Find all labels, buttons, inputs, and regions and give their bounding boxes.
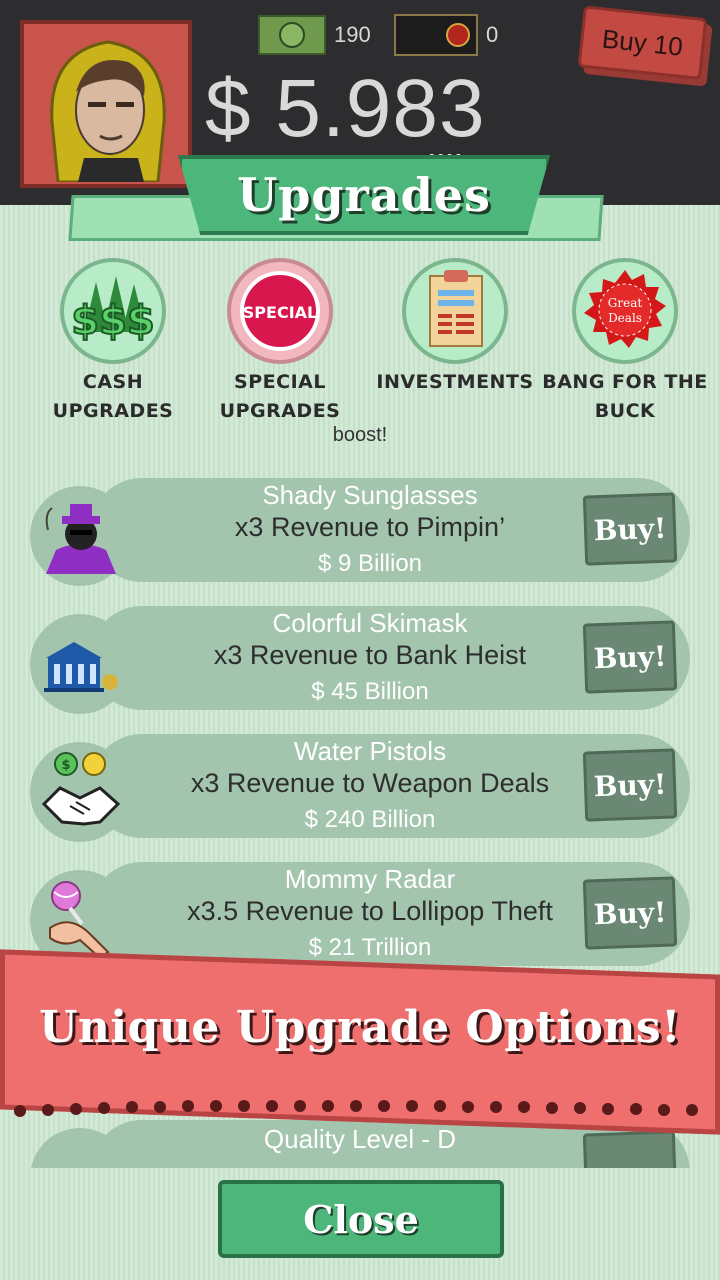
banner-dots bbox=[14, 1100, 698, 1117]
upgrade-name: Water Pistols bbox=[293, 736, 447, 766]
tab-special-upgrades[interactable]: SPECIAL Special Upgrades bbox=[195, 258, 365, 426]
special-badge-icon: SPECIAL bbox=[227, 258, 333, 364]
upgrade-row: $ Water Pistols x3 Revenue to Weapon Dea… bbox=[30, 734, 690, 842]
handshake-icon: $ bbox=[41, 752, 121, 826]
player-avatar[interactable] bbox=[20, 20, 192, 188]
svg-text:$: $ bbox=[61, 758, 70, 773]
tab-cash-label-1: Cash bbox=[82, 371, 144, 393]
gold-bills-count: 0 bbox=[486, 22, 499, 47]
great-deals-text-2: Deals bbox=[608, 311, 642, 325]
gold-certificate-icon bbox=[394, 14, 478, 56]
tab-cash-upgrades[interactable]: $$$ Cash Upgrades bbox=[28, 258, 198, 426]
buy-button[interactable]: Buy! bbox=[582, 492, 678, 566]
upgrade-desc: x3 Revenue to Bank Heist bbox=[213, 640, 527, 670]
tab-cash-label-2: Upgrades bbox=[52, 400, 174, 422]
upgrade-price: $ 240 Billion bbox=[304, 806, 436, 833]
buy-multiplier-button[interactable]: Buy 10 bbox=[577, 5, 714, 88]
upgrade-row: Colorful Skimask x3 Revenue to Bank Heis… bbox=[30, 606, 690, 714]
buy-button[interactable]: Buy! bbox=[582, 620, 678, 694]
lollipop-icon bbox=[49, 881, 110, 960]
cash-bills-counter: 190 bbox=[258, 14, 371, 56]
tab-investments[interactable]: Investments bbox=[370, 258, 540, 397]
buy-button[interactable]: Buy! bbox=[582, 876, 678, 950]
upgrade-price: $ 45 Billion bbox=[311, 678, 429, 705]
upgrade-desc: x3 Revenue to Pimpin’ bbox=[234, 512, 506, 542]
panel-title-banner: Upgrades bbox=[178, 155, 550, 235]
gold-bills-counter: 0 bbox=[394, 14, 498, 56]
special-badge-text: SPECIAL bbox=[243, 303, 317, 322]
promo-text: Unique Upgrade Options! bbox=[39, 1002, 681, 1053]
hooded-man-icon bbox=[50, 40, 166, 182]
cash-trees-icon: $$$ bbox=[60, 258, 166, 364]
cash-bills-count: 190 bbox=[334, 22, 371, 47]
upgrade-name: Mommy Radar bbox=[284, 864, 456, 894]
upgrade-desc: x3 Revenue to Weapon Deals bbox=[190, 768, 550, 798]
close-button[interactable]: Close bbox=[218, 1180, 504, 1258]
upgrade-row: Shady Sunglasses x3 Revenue to Pimpin’ $… bbox=[30, 478, 690, 586]
upgrade-price: $ 9 Billion bbox=[317, 550, 423, 577]
tab-bang-label-2: buck bbox=[594, 400, 656, 422]
tab-special-label-2: Upgrades bbox=[219, 400, 341, 422]
great-deals-icon: Great Deals bbox=[572, 258, 678, 364]
promo-banner: Unique Upgrade Options! bbox=[0, 949, 720, 1142]
upgrade-desc: x3.5 Revenue to Lollipop Theft bbox=[187, 896, 553, 926]
buy-multiplier-label: Buy 10 bbox=[577, 5, 708, 81]
great-deals-text-1: Great bbox=[608, 296, 643, 310]
tab-bang-label-1: Bang for the bbox=[542, 371, 708, 393]
clipboard-icon bbox=[402, 258, 508, 364]
tab-bang-for-the-buck[interactable]: Great Deals Bang for the buck bbox=[540, 258, 710, 426]
boost-text: boost! bbox=[332, 424, 388, 446]
money-total: $ 5.983 bbox=[205, 63, 486, 154]
pimp-icon bbox=[45, 504, 116, 574]
buy-button[interactable]: Buy! bbox=[582, 748, 678, 822]
panel-title: Upgrades bbox=[237, 168, 491, 222]
upgrade-name: Shady Sunglasses bbox=[262, 480, 478, 510]
svg-text:$$$: $$$ bbox=[71, 298, 155, 344]
dollar-bill-icon bbox=[258, 15, 326, 55]
tab-investments-label: Investments bbox=[376, 371, 534, 393]
bank-icon bbox=[44, 642, 118, 692]
tab-special-label-1: Special bbox=[234, 371, 326, 393]
upgrade-name: Colorful Skimask bbox=[272, 608, 468, 638]
